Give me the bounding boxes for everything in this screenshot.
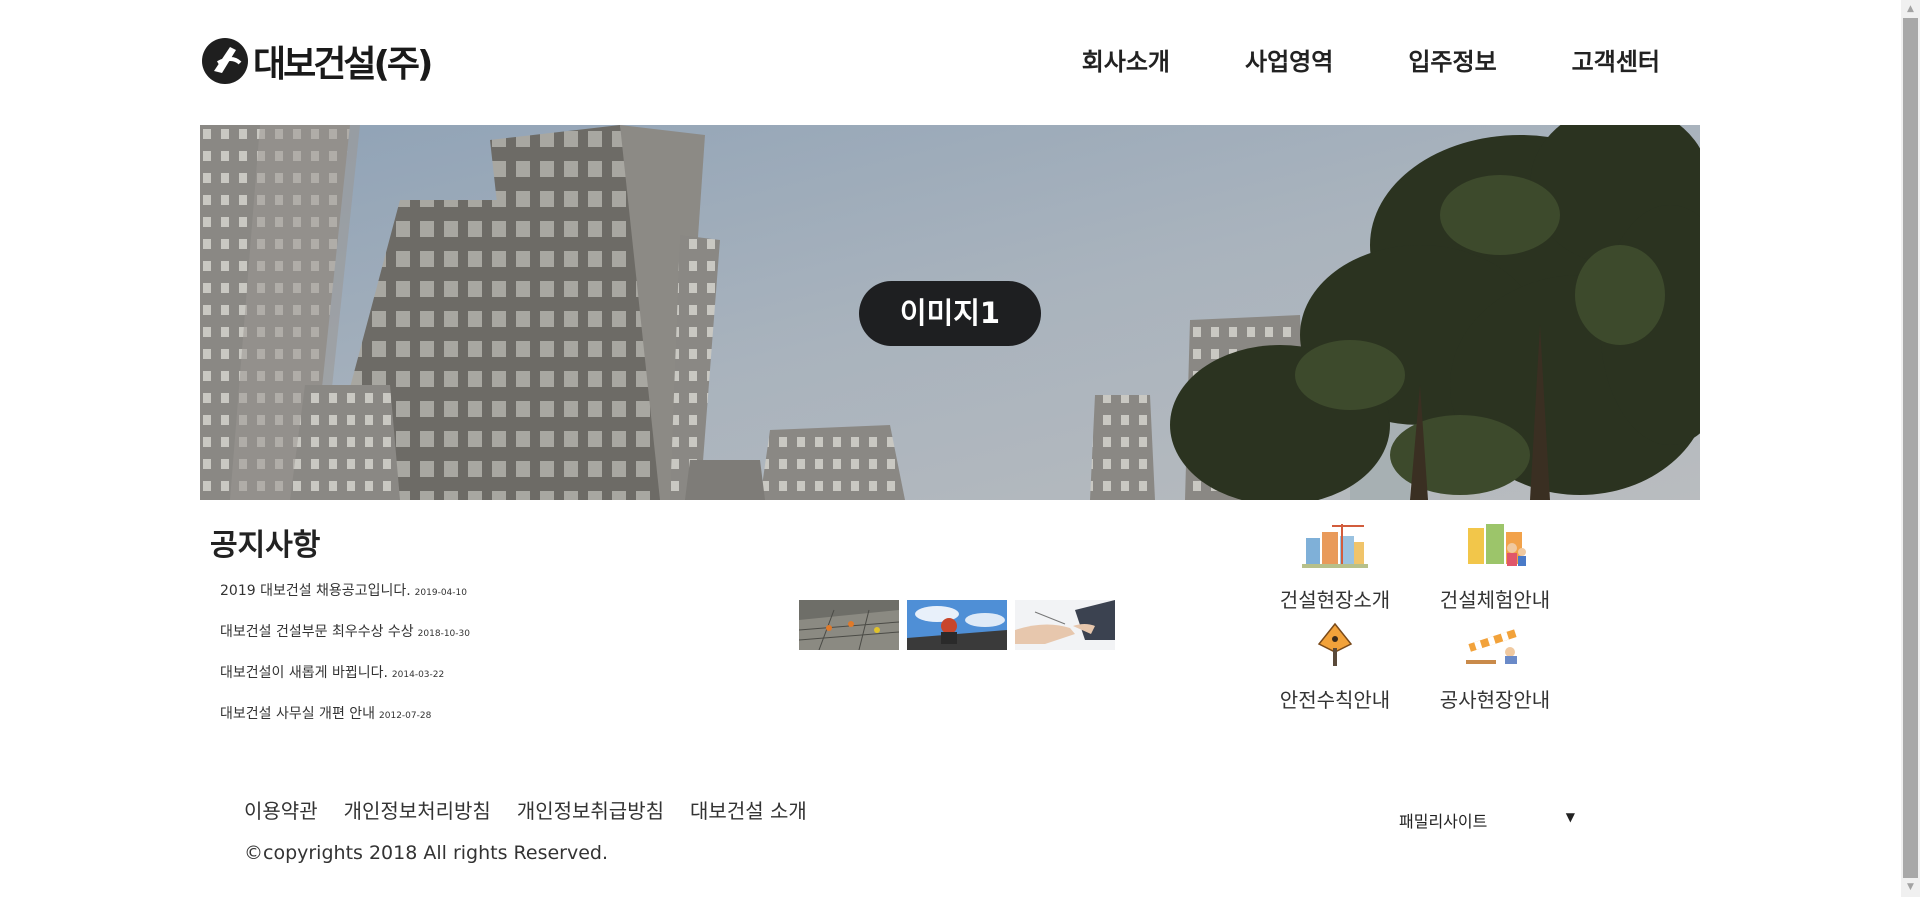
notice-date: 2018-10-30 — [417, 629, 470, 639]
nav-company-intro[interactable]: 회사소개 — [1082, 42, 1170, 77]
notice-date: 2012-07-28 — [379, 711, 432, 721]
logo-text: 대보건설(주) — [253, 44, 434, 85]
construction-site-icon — [1302, 524, 1368, 568]
scrollbar-thumb[interactable] — [1903, 18, 1918, 878]
notice-text: 대보건설 사무실 개편 안내 — [220, 706, 376, 722]
quick-construction-site[interactable]: 건설현장소개 — [1260, 522, 1410, 613]
notice-title: 공지사항 — [210, 528, 321, 563]
nav-business-area[interactable]: 사업영역 — [1245, 42, 1333, 77]
notice-text: 대보건설이 새롭게 바뀝니다. — [220, 665, 388, 681]
footer-link-terms[interactable]: 이용약관 — [244, 795, 318, 824]
quick-label: 건설현장소개 — [1279, 588, 1391, 612]
notice-item[interactable]: 대보건설이 새롭게 바뀝니다. 2014-03-22 — [210, 662, 730, 703]
road-work-icon — [1466, 629, 1517, 664]
notice-list: 2019 대보건설 채용공고입니다. 2019-04-10 대보건설 건설부문 최… — [210, 580, 730, 744]
slide-label[interactable]: 이미지1 — [859, 281, 1041, 346]
safety-sign-icon — [1317, 622, 1353, 666]
quick-label: 건설체험안내 — [1439, 588, 1551, 612]
scroll-up-arrow-icon[interactable]: ▲ — [1901, 0, 1920, 19]
main-nav: 회사소개 사업영역 입주정보 고객센터 — [1007, 42, 1660, 77]
notice-item[interactable]: 2019 대보건설 채용공고입니다. 2019-04-10 — [210, 580, 730, 621]
thumbnail-handshake-document[interactable] — [1015, 600, 1115, 650]
notice-text: 대보건설 건설부문 최우수상 수상 — [220, 624, 414, 640]
thumbnail-construction-workers[interactable] — [799, 600, 899, 650]
nav-customer-center[interactable]: 고객센터 — [1572, 42, 1660, 77]
footer-link-company-intro[interactable]: 대보건설 소개 — [690, 795, 807, 824]
copyright: ©copyrights 2018 All rights Reserved. — [244, 842, 608, 864]
notice-section: 공지사항 2019 대보건설 채용공고입니다. 2019-04-10 대보건설 건… — [210, 520, 730, 744]
quick-experience-guide[interactable]: 건설체험안내 — [1420, 522, 1570, 613]
footer-link-privacy-policy[interactable]: 개인정보처리방침 — [344, 795, 491, 824]
company-logo[interactable]: 대보건설(주) — [200, 36, 434, 86]
thumbnail-worker-sky[interactable] — [907, 600, 1007, 650]
family-site-label: 패밀리사이트 — [1399, 812, 1488, 831]
quick-label: 공사현장안내 — [1439, 688, 1551, 712]
notice-item[interactable]: 대보건설 건설부문 최우수상 수상 2018-10-30 — [210, 621, 730, 662]
notice-text: 2019 대보건설 채용공고입니다. — [220, 583, 411, 599]
dropdown-arrow-icon: ▼ — [1565, 810, 1575, 824]
quick-work-site-guide[interactable]: 공사현장안내 — [1420, 622, 1570, 713]
quick-safety-rules[interactable]: 안전수칙안내 — [1260, 622, 1410, 713]
notice-date: 2019-04-10 — [414, 588, 467, 598]
site-header: 대보건설(주) 회사소개 사업영역 입주정보 고객센터 — [200, 0, 1700, 124]
footer-link-privacy-handling[interactable]: 개인정보취급방침 — [517, 795, 664, 824]
gallery-thumbnails — [799, 600, 1123, 650]
logo-mark-icon — [202, 38, 248, 84]
notice-item[interactable]: 대보건설 사무실 개편 안내 2012-07-28 — [210, 703, 730, 744]
scroll-down-arrow-icon[interactable]: ▼ — [1901, 878, 1920, 897]
family-site-select[interactable]: 패밀리사이트 ▼ — [1399, 808, 1575, 831]
hero-banner: 이미지1 — [200, 125, 1700, 500]
quick-label: 안전수칙안내 — [1279, 688, 1391, 712]
nav-move-in-info[interactable]: 입주정보 — [1408, 42, 1496, 77]
family-experience-icon — [1468, 524, 1526, 566]
footer-links: 이용약관 개인정보처리방침 개인정보취급방침 대보건설 소개 — [244, 795, 833, 824]
notice-date: 2014-03-22 — [391, 670, 445, 680]
vertical-scrollbar[interactable]: ▲ ▼ — [1901, 0, 1920, 897]
